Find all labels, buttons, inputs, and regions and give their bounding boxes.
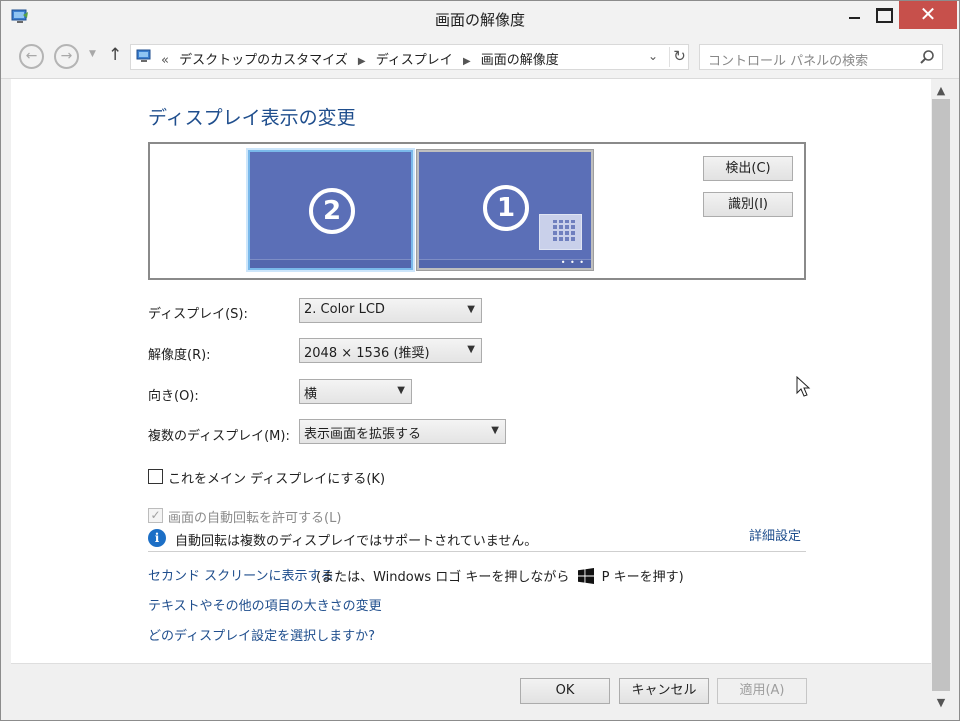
monitor-number: 2 <box>309 188 355 234</box>
multi-display-label: 複数のディスプレイ(M): <box>148 429 290 444</box>
refresh-button[interactable]: ↻ <box>669 47 689 67</box>
multi-display-select[interactable]: 表示画面を拡張する ▼ <box>299 419 506 444</box>
monitor-taskbar <box>250 259 411 268</box>
display-select[interactable]: 2. Color LCD ▼ <box>299 298 482 323</box>
close-button[interactable]: ✕ <box>899 1 957 29</box>
cancel-button[interactable]: キャンセル <box>619 678 709 704</box>
title-bar: 画面の解像度 ✕ <box>1 1 959 35</box>
navigation-bar: ← → ▼ ↑ « デスクトップのカスタマイズ ▶ ディスプレイ ▶ 画面の解像… <box>1 35 959 79</box>
breadcrumb-item[interactable]: デスクトップのカスタマイズ <box>179 53 348 68</box>
display-select-value: 2. Color LCD <box>304 302 385 317</box>
arrow-right-icon: → <box>60 48 73 64</box>
windows-logo-icon <box>577 568 594 584</box>
auto-rotate-info: 自動回転は複数のディスプレイではサポートされていません。 <box>175 534 538 549</box>
main-content: ディスプレイ表示の変更 2 1 • • • 検出(C) 識別(I) ディスプレイ… <box>11 79 931 663</box>
page-title: ディスプレイ表示の変更 <box>148 107 356 129</box>
second-screen-hint-pre: (または、Windows ロゴ キーを押しながら <box>316 570 570 585</box>
orientation-select-value: 横 <box>304 387 318 402</box>
search-icon <box>920 50 934 64</box>
chevron-down-icon: ▼ <box>491 425 499 436</box>
resolution-label: 解像度(R): <box>148 348 211 363</box>
advanced-settings-link[interactable]: 詳細設定 <box>749 525 801 544</box>
start-screen-icon <box>539 214 582 250</box>
orientation-label: 向き(O): <box>148 389 199 404</box>
make-main-checkbox[interactable] <box>148 469 163 484</box>
monitor-1[interactable]: 1 • • • <box>417 150 593 270</box>
back-button[interactable]: ← <box>19 44 44 69</box>
multi-display-select-value: 表示画面を拡張する <box>304 427 422 442</box>
recent-locations-button[interactable]: ▼ <box>89 49 96 59</box>
chevron-down-icon[interactable]: ⌄ <box>648 49 658 63</box>
second-screen-hint: (または、Windows ロゴ キーを押しながら P キーを押す) <box>316 565 684 585</box>
identify-button[interactable]: 識別(I) <box>703 192 793 217</box>
orientation-select[interactable]: 横 ▼ <box>299 379 412 404</box>
scroll-thumb[interactable] <box>932 99 950 691</box>
ok-button[interactable]: OK <box>520 678 610 704</box>
refresh-icon: ↻ <box>673 47 686 65</box>
resolution-select-value: 2048 × 1536 (推奨) <box>304 346 430 361</box>
monitor-taskbar: • • • <box>419 259 591 268</box>
make-main-label[interactable]: これをメイン ディスプレイにする(K) <box>168 468 385 487</box>
divider <box>148 551 806 552</box>
scroll-up-button[interactable]: ▲ <box>931 81 951 101</box>
breadcrumb-overflow[interactable]: « <box>161 53 169 68</box>
chevron-right-icon[interactable]: ▶ <box>463 56 471 67</box>
chevron-down-icon: ▼ <box>467 344 475 355</box>
chevron-down-icon: ▼ <box>467 304 475 315</box>
control-panel-icon <box>136 49 151 62</box>
apply-button[interactable]: 適用(A) <box>717 678 807 704</box>
auto-rotate-checkbox[interactable]: ✓ <box>148 508 163 523</box>
search-placeholder: コントロール パネルの検索 <box>708 54 869 69</box>
breadcrumb-item[interactable]: ディスプレイ <box>376 53 453 68</box>
auto-rotate-label[interactable]: 画面の自動回転を許可する(L) <box>168 507 341 526</box>
display-label: ディスプレイ(S): <box>148 307 248 322</box>
text-size-link[interactable]: テキストやその他の項目の大きさの変更 <box>148 595 382 614</box>
chevron-down-icon: ▼ <box>936 696 946 709</box>
search-input[interactable]: コントロール パネルの検索 <box>699 44 943 70</box>
address-bar[interactable]: « デスクトップのカスタマイズ ▶ ディスプレイ ▶ 画面の解像度 ⌄ ↻ <box>130 44 689 70</box>
forward-button[interactable]: → <box>54 44 79 69</box>
monitor-2[interactable]: 2 <box>248 150 413 270</box>
chevron-down-icon: ▼ <box>397 385 405 396</box>
breadcrumb-item[interactable]: 画面の解像度 <box>481 53 559 68</box>
window-title: 画面の解像度 <box>434 11 525 29</box>
dots-icon: • • • <box>560 258 585 267</box>
dialog-footer: OK キャンセル 適用(A) <box>11 663 931 715</box>
resolution-select[interactable]: 2048 × 1536 (推奨) ▼ <box>299 338 482 363</box>
breadcrumb: « デスクトップのカスタマイズ ▶ ディスプレイ ▶ 画面の解像度 <box>161 49 559 68</box>
second-screen-hint-post: P キーを押す) <box>601 570 684 585</box>
which-settings-link[interactable]: どのディスプレイ設定を選択しますか? <box>148 625 375 644</box>
arrow-left-icon: ← <box>25 48 38 64</box>
chevron-right-icon[interactable]: ▶ <box>358 56 366 67</box>
screen-resolution-window: 画面の解像度 ✕ ← → ▼ ↑ « デスクトップのカスタマイズ ▶ ディスプレ… <box>0 0 960 721</box>
scroll-down-button[interactable]: ▼ <box>931 693 951 713</box>
monitor-arrangement[interactable]: 2 1 • • • 検出(C) 識別(I) <box>148 142 806 280</box>
monitor-number: 1 <box>483 185 529 231</box>
second-screen-link[interactable]: セカンド スクリーンに表示する <box>148 565 333 584</box>
detect-button[interactable]: 検出(C) <box>703 156 793 181</box>
info-icon: i <box>148 529 166 547</box>
chevron-up-icon: ▲ <box>936 84 946 97</box>
vertical-scrollbar[interactable]: ▲ ▼ <box>931 79 951 715</box>
maximize-button[interactable] <box>867 1 903 29</box>
arrow-up-icon: ↑ <box>108 45 123 65</box>
up-button[interactable]: ↑ <box>108 45 122 65</box>
close-icon: ✕ <box>919 2 937 26</box>
mouse-cursor-icon <box>796 376 811 397</box>
